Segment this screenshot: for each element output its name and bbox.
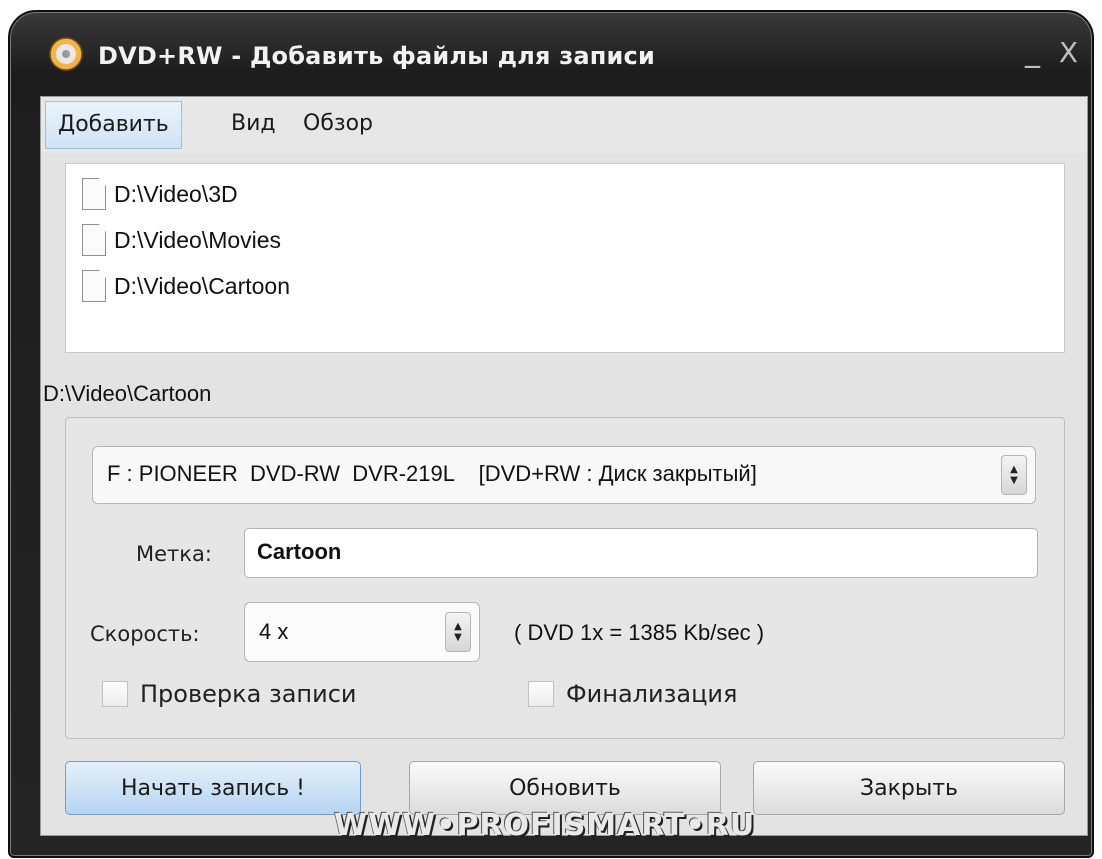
app-icon [49, 37, 83, 71]
minimize-icon[interactable]: _ [1025, 34, 1040, 69]
window-title: DVD+RW - Добавить файлы для записи [98, 42, 655, 70]
verify-checkbox-row[interactable]: Проверка записи [102, 680, 357, 708]
speed-select-value: 4 x [259, 619, 289, 644]
menu-browse[interactable]: Обзор [303, 101, 373, 149]
file-path: D:\Video\Movies [114, 226, 282, 253]
close-icon[interactable]: X [1059, 36, 1078, 69]
finalize-label: Финализация [566, 680, 738, 708]
list-item[interactable]: D:\Video\Movies [82, 220, 281, 260]
drive-spin-icon[interactable]: ▲ ▼ [1001, 455, 1027, 495]
file-icon [82, 224, 106, 256]
file-path: D:\Video\Cartoon [114, 272, 291, 299]
finalize-checkbox[interactable] [528, 681, 554, 707]
list-item[interactable]: D:\Video\3D [82, 174, 238, 214]
list-item[interactable]: D:\Video\Cartoon [82, 266, 290, 306]
speed-select[interactable]: 4 x ▲ ▼ [244, 602, 480, 662]
start-burn-button[interactable]: Начать запись ! [65, 761, 361, 815]
speed-caption: Скорость: [90, 622, 200, 646]
drive-select[interactable]: F : PIONEER DVD-RW DVR-219L [DVD+RW : Ди… [92, 446, 1036, 504]
menu-view[interactable]: Вид [231, 101, 276, 149]
title-bar[interactable]: DVD+RW - Добавить файлы для записи _ X [10, 12, 1092, 96]
close-button[interactable]: Закрыть [753, 761, 1065, 815]
settings-panel: F : PIONEER DVD-RW DVR-219L [DVD+RW : Ди… [65, 417, 1065, 739]
menu-add[interactable]: Добавить [45, 101, 182, 149]
watermark: WWW•PROFISMART•RU [334, 808, 756, 843]
app-window: DVD+RW - Добавить файлы для записи _ X Д… [8, 10, 1094, 858]
speed-note: ( DVD 1x = 1385 Kb/sec ) [514, 620, 765, 645]
file-path: D:\Video\3D [114, 180, 238, 207]
client-area: Добавить Вид Обзор D:\Video\3D D:\Video\… [40, 96, 1088, 836]
file-icon [82, 178, 106, 210]
label-caption: Метка: [136, 542, 212, 566]
verify-checkbox[interactable] [102, 681, 128, 707]
speed-spin-icon[interactable]: ▲ ▼ [445, 612, 471, 652]
verify-label: Проверка записи [140, 680, 357, 708]
menu-bar: Добавить Вид Обзор [41, 97, 1087, 153]
finalize-checkbox-row[interactable]: Финализация [528, 680, 737, 708]
refresh-button[interactable]: Обновить [409, 761, 721, 815]
file-icon [82, 270, 106, 302]
file-list[interactable]: D:\Video\3D D:\Video\Movies D:\Video\Car… [65, 163, 1065, 353]
disc-label-input[interactable]: Cartoon [244, 528, 1038, 578]
selected-path-label: D:\Video\Cartoon [43, 381, 212, 406]
drive-select-value: F : PIONEER DVD-RW DVR-219L [DVD+RW : Ди… [107, 461, 757, 486]
